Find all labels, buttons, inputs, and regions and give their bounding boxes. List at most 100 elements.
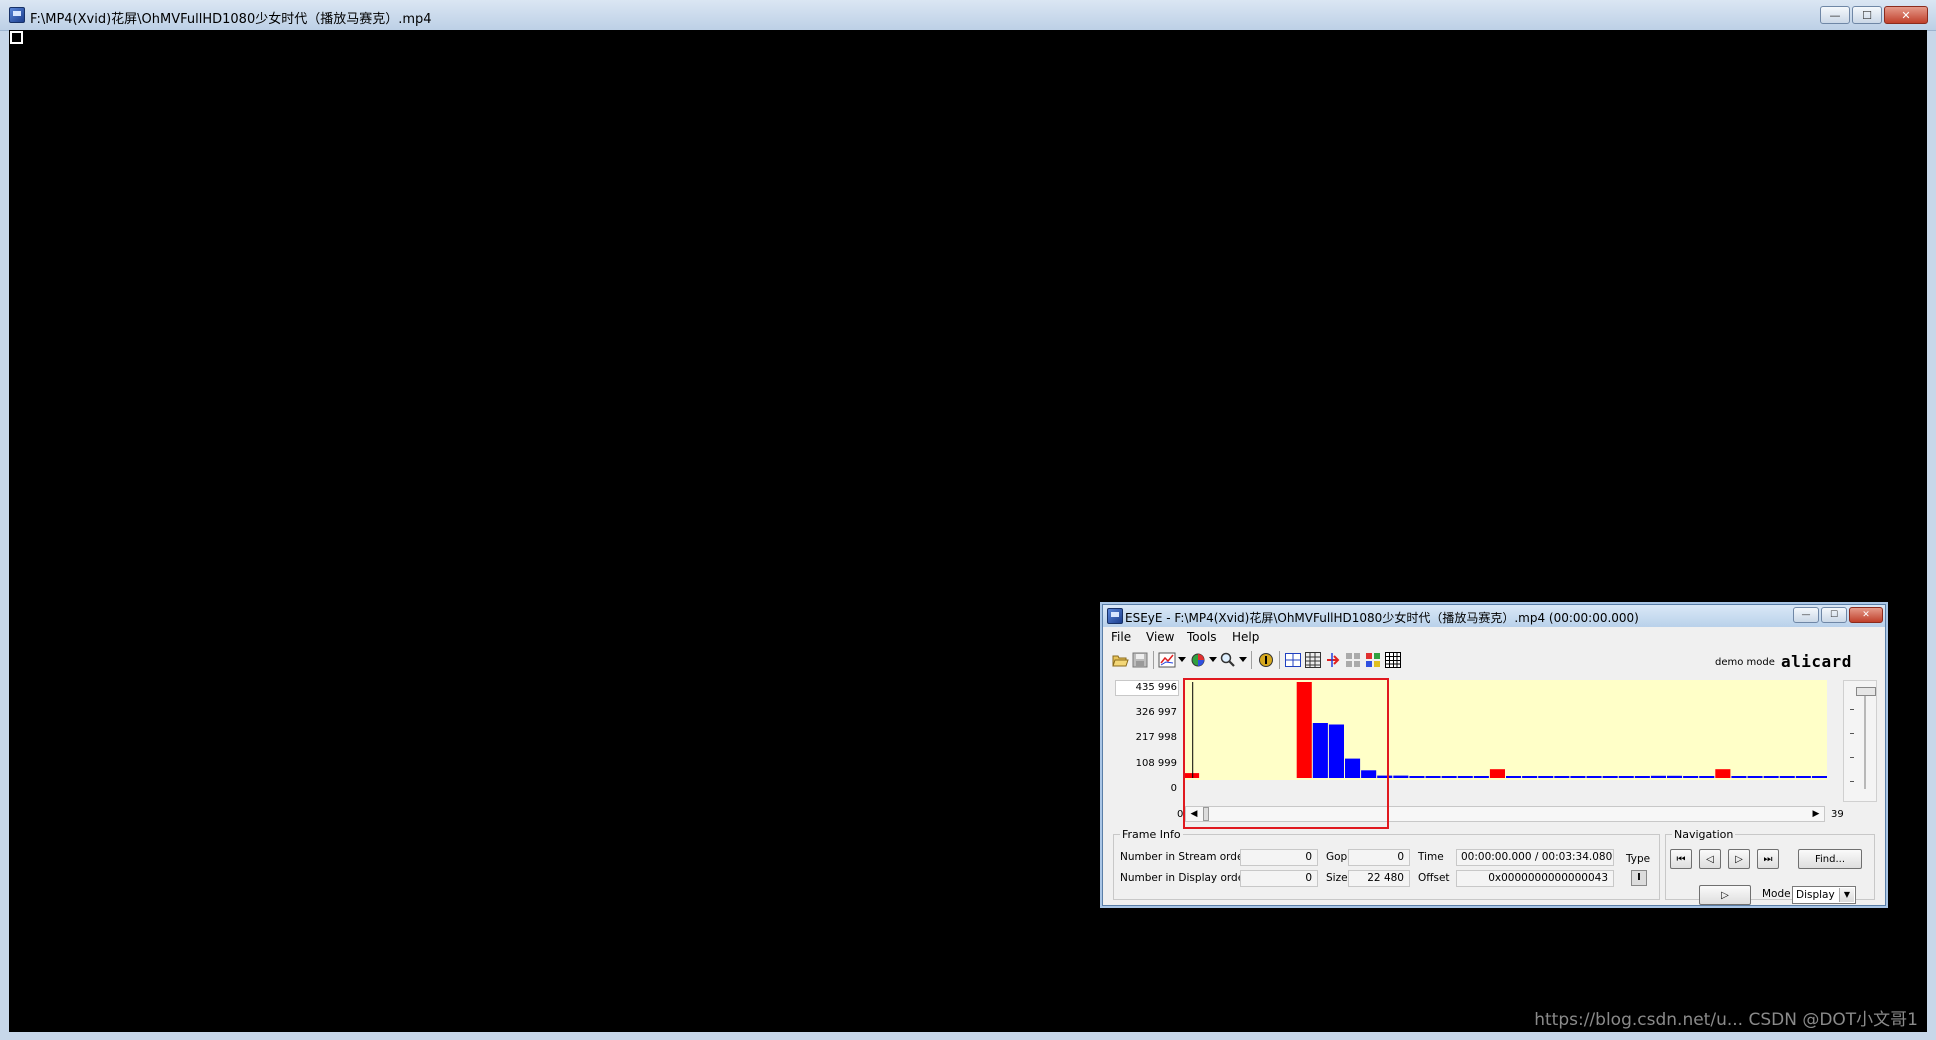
menu-help[interactable]: Help xyxy=(1232,630,1259,644)
chart-background xyxy=(1183,680,1827,780)
frame-bar[interactable] xyxy=(1489,769,1505,778)
scroll-right-icon[interactable]: ▶ xyxy=(1808,807,1824,821)
zoom-icon[interactable] xyxy=(1219,651,1237,669)
gop-field[interactable]: 0 xyxy=(1348,849,1410,866)
frame-bar[interactable] xyxy=(1570,776,1586,778)
frame-bar[interactable] xyxy=(1602,776,1618,778)
next-frame-button[interactable]: ▷ xyxy=(1728,849,1750,869)
frame-bar[interactable] xyxy=(1699,776,1715,778)
export-icon[interactable] xyxy=(1324,651,1342,669)
chart-horizontal-scrollbar[interactable]: ◀ ▶ xyxy=(1185,806,1825,822)
color-icon[interactable] xyxy=(1189,651,1207,669)
vertical-zoom-slider[interactable] xyxy=(1843,680,1877,802)
minimize-button[interactable]: — xyxy=(1820,6,1850,24)
frame-bar[interactable] xyxy=(1650,775,1666,778)
stream-order-field[interactable]: 0 xyxy=(1240,849,1318,866)
mode-label: Mode xyxy=(1762,888,1791,900)
frame-bar[interactable] xyxy=(1779,776,1795,778)
offset-field[interactable]: 0x0000000000000043 xyxy=(1456,870,1614,887)
frame-bar[interactable] xyxy=(1667,775,1683,778)
frame-bar[interactable] xyxy=(1409,776,1425,778)
eseye-maximize-button[interactable]: ☐ xyxy=(1821,607,1847,623)
save-icon[interactable] xyxy=(1131,651,1149,669)
frame-bar[interactable] xyxy=(1747,776,1763,778)
menu-view[interactable]: View xyxy=(1146,630,1174,644)
eseye-titlebar[interactable]: ESEyE - F:\MP4(Xvid)花屏\OhMVFullHD1080少女时… xyxy=(1103,605,1885,627)
tile-icon[interactable] xyxy=(1344,651,1362,669)
frame-bar[interactable] xyxy=(1522,776,1538,778)
chart-type-dropdown[interactable] xyxy=(1178,657,1186,662)
frame-bar[interactable] xyxy=(1473,776,1489,778)
eseye-window: ESEyE - F:\MP4(Xvid)花屏\OhMVFullHD1080少女时… xyxy=(1102,604,1886,906)
frame-bar[interactable] xyxy=(1763,776,1779,778)
grid-icon[interactable] xyxy=(1284,651,1302,669)
table-icon[interactable] xyxy=(1304,651,1322,669)
time-field[interactable]: 00:00:00.000 / 00:03:34.080 xyxy=(1456,849,1614,866)
frame-bar[interactable] xyxy=(1731,776,1747,778)
mode-select[interactable]: Display ▼ xyxy=(1792,886,1856,904)
y-tick-label: 326 997 xyxy=(1135,707,1177,718)
first-frame-button[interactable]: ⏮ xyxy=(1670,849,1692,869)
frame-bar[interactable] xyxy=(1538,776,1554,778)
frame-bar[interactable] xyxy=(1393,775,1409,778)
zoom-dropdown[interactable] xyxy=(1239,657,1247,662)
chart-svg[interactable] xyxy=(1183,680,1827,805)
maximize-button[interactable]: ☐ xyxy=(1852,6,1882,24)
frame-bar[interactable] xyxy=(1345,758,1361,778)
display-order-field[interactable]: 0 xyxy=(1240,870,1318,887)
frame-bar[interactable] xyxy=(1312,723,1328,778)
frame-bar[interactable] xyxy=(1634,776,1650,778)
eseye-minimize-button[interactable]: — xyxy=(1793,607,1819,623)
slider-tick xyxy=(1850,709,1854,710)
menu-tools[interactable]: Tools xyxy=(1187,630,1217,644)
demo-mode-label: demo mode xyxy=(1715,657,1775,668)
frame-bar[interactable] xyxy=(1586,776,1602,778)
frame-bar[interactable] xyxy=(1795,776,1811,778)
matrix-icon[interactable] xyxy=(1384,651,1402,669)
frame-bar[interactable] xyxy=(1184,773,1200,778)
x-end-label: 39 xyxy=(1831,809,1844,820)
display-order-label: Number in Display order xyxy=(1120,872,1249,884)
slider-thumb[interactable] xyxy=(1856,687,1876,696)
frame-bar[interactable] xyxy=(1441,776,1457,778)
type-label: Type xyxy=(1626,853,1651,865)
frame-bar[interactable] xyxy=(1715,769,1731,778)
app-icon xyxy=(9,7,25,23)
play-button[interactable]: ▷ xyxy=(1699,885,1751,905)
slider-tick xyxy=(1850,781,1854,782)
frame-bar[interactable] xyxy=(1425,776,1441,778)
frame-bar[interactable] xyxy=(1554,776,1570,778)
close-button[interactable]: ✕ xyxy=(1884,6,1928,24)
size-field[interactable]: 22 480 xyxy=(1348,870,1410,887)
frame-bar[interactable] xyxy=(1457,776,1473,778)
info-icon[interactable] xyxy=(1257,651,1275,669)
color-dropdown[interactable] xyxy=(1209,657,1217,662)
frame-bar[interactable] xyxy=(1506,776,1522,778)
navigation-legend: Navigation xyxy=(1674,828,1734,841)
find-button[interactable]: Find... xyxy=(1798,849,1862,869)
frame-bar[interactable] xyxy=(1377,775,1393,778)
last-frame-button[interactable]: ⏭ xyxy=(1757,849,1779,869)
toolbar-separator xyxy=(1279,651,1280,669)
frame-bar[interactable] xyxy=(1296,682,1312,778)
frame-bar[interactable] xyxy=(1618,776,1634,778)
scroll-thumb[interactable] xyxy=(1203,807,1209,821)
x-start-label: 0 xyxy=(1177,809,1184,820)
slider-tick xyxy=(1850,733,1854,734)
eseye-close-button[interactable]: ✕ xyxy=(1849,607,1883,623)
frame-bar[interactable] xyxy=(1361,770,1377,778)
menu-file[interactable]: File xyxy=(1111,630,1131,644)
frame-size-chart[interactable] xyxy=(1183,680,1827,805)
frame-bar[interactable] xyxy=(1328,724,1344,779)
open-icon[interactable] xyxy=(1111,651,1129,669)
frame-bar[interactable] xyxy=(1683,776,1699,778)
menu-bar: File View Tools Help xyxy=(1103,627,1885,647)
chevron-down-icon[interactable]: ▼ xyxy=(1839,888,1854,902)
player-titlebar[interactable]: F:\MP4(Xvid)花屏\OhMVFullHD1080少女时代（播放马赛克）… xyxy=(0,0,1936,31)
size-label: Size xyxy=(1326,872,1348,884)
palette-icon[interactable] xyxy=(1364,651,1382,669)
frame-bar[interactable] xyxy=(1811,776,1827,778)
scroll-left-icon[interactable]: ◀ xyxy=(1186,807,1202,821)
chart-type-icon[interactable] xyxy=(1158,651,1176,669)
prev-frame-button[interactable]: ◁ xyxy=(1699,849,1721,869)
